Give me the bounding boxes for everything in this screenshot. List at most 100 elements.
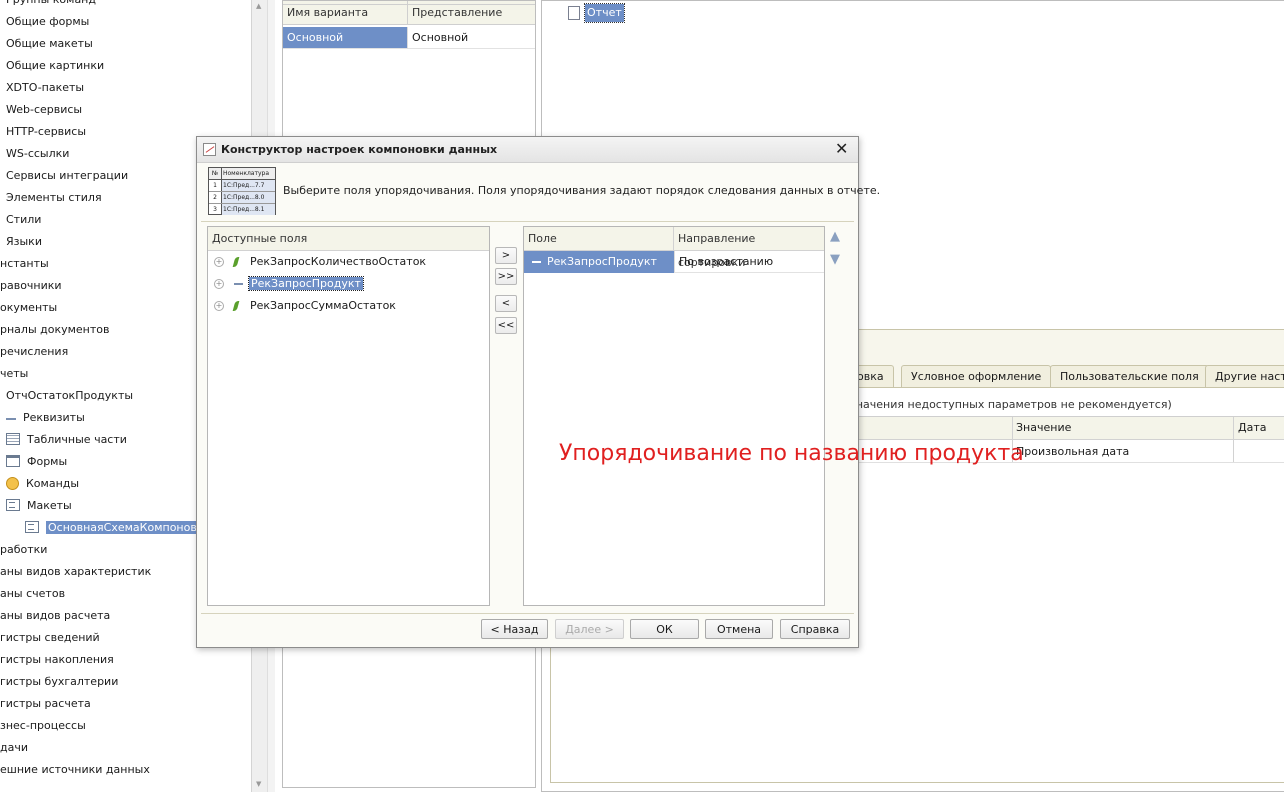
tree-item[interactable]: нстанты [0, 253, 49, 275]
tree-item[interactable]: ОсновнаяСхемаКомпоновки [25, 517, 213, 539]
expand-icon[interactable]: + [214, 279, 224, 289]
tree-item[interactable]: речисления [0, 341, 68, 363]
tree-item[interactable]: гистры бухгалтерии [0, 671, 118, 693]
move-up-icon[interactable]: ▲ [830, 229, 840, 244]
tree-item[interactable]: Группы команд [6, 0, 96, 11]
next-button[interactable]: Далее > [555, 619, 624, 639]
close-icon[interactable]: ✕ [835, 140, 848, 158]
col-date[interactable]: Дата [1238, 421, 1266, 434]
order-field-label: РекЗапросПродукт [547, 255, 657, 268]
tree-item[interactable]: равочники [0, 275, 62, 297]
tree-item-label: Языки [6, 235, 42, 248]
add-all-button[interactable]: >> [495, 268, 517, 285]
tree-item[interactable]: Общие формы [6, 11, 89, 33]
tree-item[interactable]: ОтчОстатокПродукты [6, 385, 133, 407]
tree-item[interactable]: WS-ссылки [6, 143, 69, 165]
variant-name-cell[interactable]: Основной [283, 27, 408, 49]
composition-settings-dialog: Конструктор настроек компоновки данных ✕… [196, 136, 880, 648]
dialog-titlebar: Конструктор настроек компоновки данных ✕ [197, 137, 858, 163]
tree-item-label: Формы [27, 455, 68, 468]
tree-item[interactable]: Стили [6, 209, 41, 231]
tree-item[interactable]: аны видов характеристик [0, 561, 151, 583]
tree-item-label: Реквизиты [23, 411, 85, 424]
tree-item[interactable]: гистры сведений [0, 627, 100, 649]
col-field[interactable]: Поле [524, 227, 674, 251]
tree-item-label: рналы документов [0, 323, 110, 336]
tree-item[interactable]: гистры накопления [0, 649, 114, 671]
tree-item[interactable]: аны видов расчета [0, 605, 110, 627]
tree-item-label: аны видов характеристик [0, 565, 152, 578]
tree-item[interactable]: Команды [6, 473, 79, 495]
scroll-up-arrow[interactable]: ▲ [256, 2, 261, 10]
thumb-row-name: 1С:Пред...8.1 [222, 204, 275, 215]
tree-item[interactable]: Общие картинки [6, 55, 104, 77]
order-panel: Поле Направление сортировки РекЗапросПро… [523, 226, 825, 606]
tree-item-label: окументы [0, 301, 58, 314]
footer-separator [201, 613, 854, 614]
tree-item-label: гистры расчета [0, 697, 91, 710]
dimension-icon [532, 261, 541, 263]
tab-conditional-appearance[interactable]: Условное оформление [901, 365, 1052, 388]
ok-button[interactable]: ОК [630, 619, 699, 639]
tree-item[interactable]: ешние источники данных [0, 759, 150, 781]
tree-item-label: четы [0, 367, 29, 380]
tree-item[interactable]: работки [0, 539, 47, 561]
help-button[interactable]: Справка [780, 619, 850, 639]
tree-item[interactable]: HTTP-сервисы [6, 121, 86, 143]
expand-icon[interactable]: + [214, 257, 224, 267]
field-label-selected: РекЗапросПродукт [248, 276, 364, 291]
remove-all-button[interactable]: << [495, 317, 517, 334]
available-fields-header: Доступные поля [208, 227, 489, 251]
tree-item[interactable]: Макеты [6, 495, 72, 517]
tree-item[interactable]: Общие макеты [6, 33, 93, 55]
tree-item[interactable]: дачи [0, 737, 28, 759]
back-button[interactable]: < Назад [481, 619, 548, 639]
order-field-cell[interactable]: РекЗапросПродукт [524, 251, 674, 273]
tree-item[interactable]: рналы документов [0, 319, 110, 341]
tree-item-label: Сервисы интеграции [6, 169, 129, 182]
tree-item[interactable]: знес-процессы [0, 715, 86, 737]
remove-field-button[interactable]: < [495, 295, 517, 312]
available-fields-panel: Доступные поля + РекЗапросКоличествоОстат… [207, 226, 490, 606]
ordering-thumbnail: № Номенклатура 1 1С:Пред...7.7 2 1С:Пред..… [208, 167, 276, 215]
tree-item[interactable]: Языки [6, 231, 42, 253]
order-direction-cell[interactable]: По возрастанию [674, 251, 824, 273]
field-row[interactable]: + РекЗапросПродукт [214, 273, 364, 295]
tree-item-label: Стили [6, 213, 42, 226]
tree-item[interactable]: Web-сервисы [6, 99, 82, 121]
scroll-down-arrow[interactable]: ▼ [256, 780, 261, 788]
cancel-button[interactable]: Отмена [705, 619, 773, 639]
thumb-row-no: 3 [209, 204, 222, 215]
form-icon [6, 455, 20, 467]
field-label: РекЗапросСуммаОстаток [250, 299, 396, 312]
expand-icon[interactable]: + [214, 301, 224, 311]
tree-item[interactable]: Элементы стиля [6, 187, 102, 209]
dialog-hint: Выберите поля упорядочивания. Поля упоря… [283, 184, 881, 197]
tree-item[interactable]: Формы [6, 451, 67, 473]
tree-item[interactable]: окументы [0, 297, 57, 319]
tree-item[interactable]: гистры расчета [0, 693, 91, 715]
add-field-button[interactable]: > [495, 247, 517, 264]
col-value[interactable]: Значение [1016, 421, 1071, 434]
value-cell[interactable]: Произвольная дата [1016, 445, 1129, 458]
variant-presentation-cell[interactable]: Основной [408, 27, 535, 49]
grid-top-line [283, 4, 535, 5]
tree-item-label: гистры бухгалтерии [0, 675, 119, 688]
tree-item[interactable]: Табличные части [6, 429, 127, 451]
tree-item[interactable]: четы [0, 363, 28, 385]
field-row[interactable]: + РекЗапросСуммаОстаток [214, 295, 396, 317]
dialog-icon [203, 143, 216, 156]
tree-item[interactable]: Реквизиты [6, 407, 85, 429]
tree-item[interactable]: Сервисы интеграции [6, 165, 128, 187]
tree-item-label: дачи [0, 741, 28, 754]
tab-other-settings[interactable]: Другие настр [1205, 365, 1284, 388]
layout-icon [25, 521, 39, 533]
move-down-icon[interactable]: ▼ [830, 252, 840, 267]
report-node[interactable]: Отчет [584, 3, 625, 23]
field-row[interactable]: + РекЗапросКоличествоОстаток [214, 251, 426, 273]
tab-user-fields[interactable]: Пользовательские поля [1050, 365, 1209, 388]
tree-item-label: гистры накопления [0, 653, 114, 666]
tree-item[interactable]: XDTO-пакеты [6, 77, 84, 99]
col-sort-direction[interactable]: Направление сортировки [674, 227, 824, 269]
tree-item[interactable]: аны счетов [0, 583, 65, 605]
